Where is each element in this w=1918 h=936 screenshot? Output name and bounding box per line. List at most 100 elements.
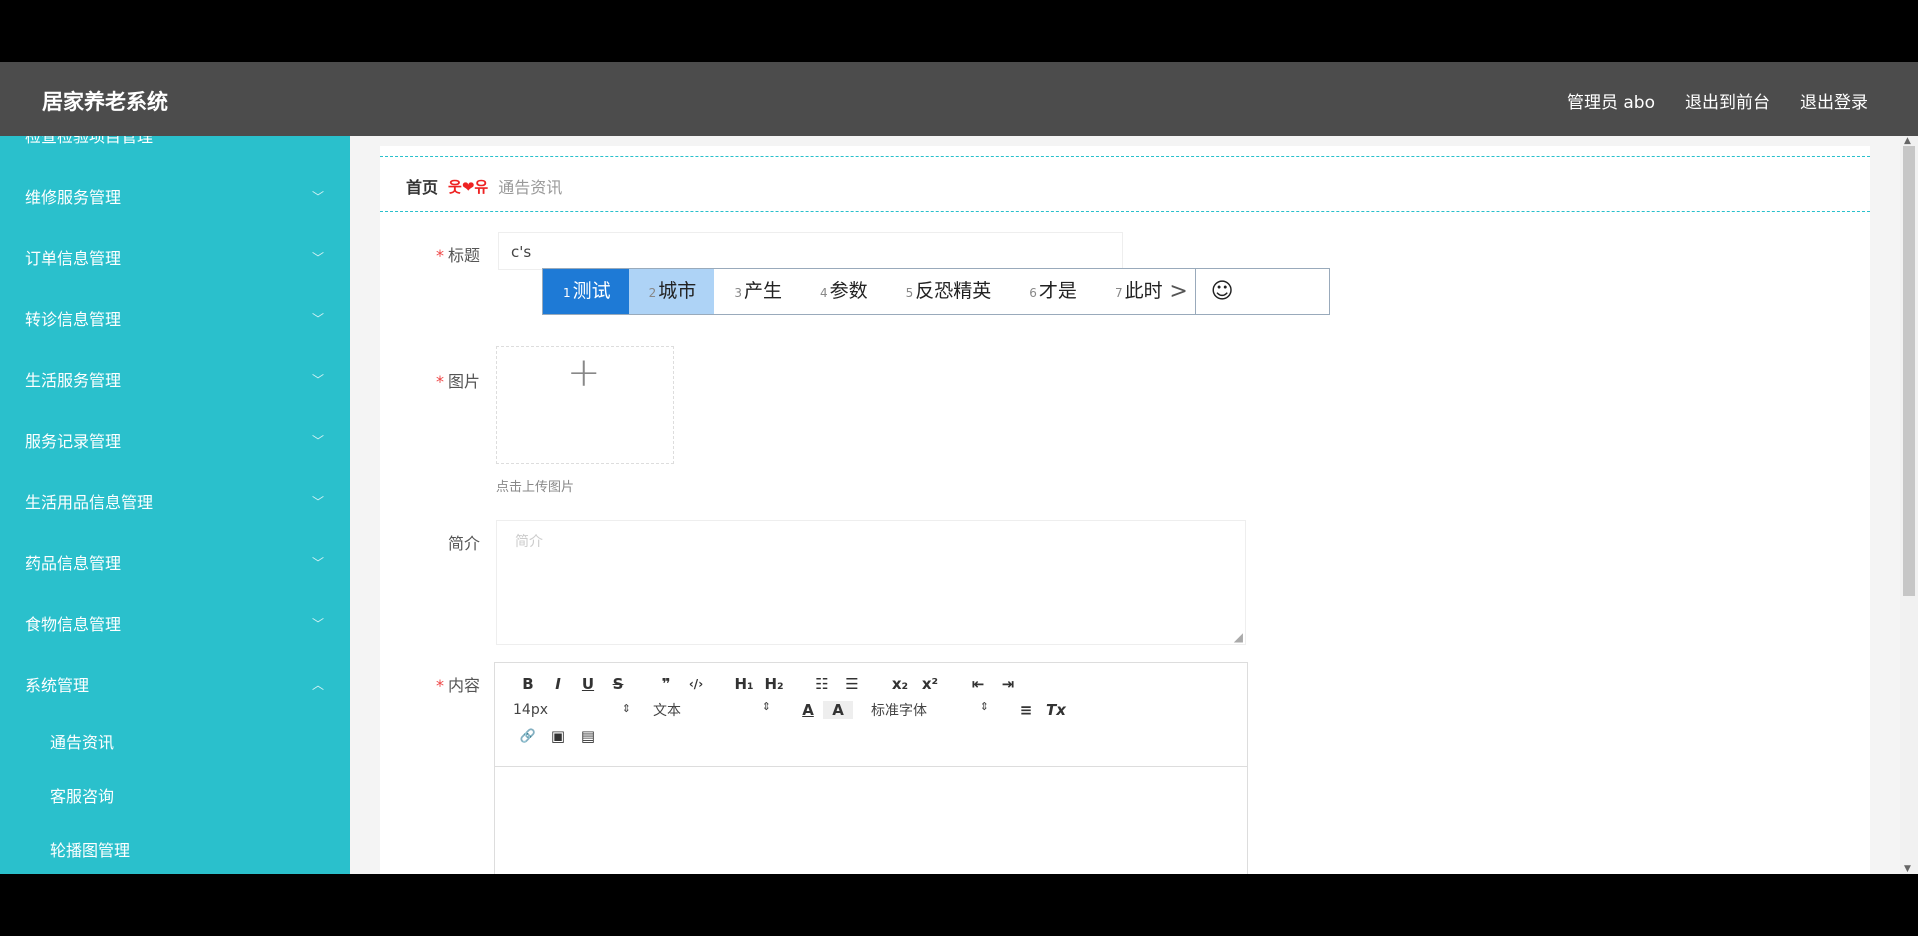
indent-icon[interactable]: ⇥ [993, 675, 1023, 693]
ime-candidate-7[interactable]: 7 此时 [1095, 269, 1163, 314]
align-icon[interactable]: ≡ [1011, 701, 1041, 719]
admin-user-label[interactable]: 管理员 abo [1567, 88, 1655, 113]
sidebar-item-life-service[interactable]: 生活服务管理 ﹀ [0, 350, 350, 411]
font-color-icon[interactable]: A [793, 701, 823, 719]
sidebar-item-food[interactable]: 食物信息管理 ﹀ [0, 594, 350, 655]
intro-placeholder: 简介 [515, 534, 543, 550]
blockquote-icon[interactable]: ❞ [651, 675, 681, 693]
chevron-down-icon: ﹀ [311, 312, 324, 326]
bold-icon[interactable]: B [513, 675, 543, 693]
logout-link[interactable]: 退出登录 [1800, 88, 1868, 113]
title-label: * 标题 [380, 242, 480, 266]
chevron-down-icon: ﹀ [311, 434, 324, 448]
candidate-text: 城市 [658, 280, 697, 302]
candidate-number: 2 [648, 286, 657, 300]
ime-candidate-2[interactable]: 2 城市 [628, 269, 715, 314]
upload-hint: 点击上传图片 [496, 480, 575, 495]
clear-format-icon[interactable]: Tx [1041, 701, 1071, 719]
chevron-down-icon: ﹀ [311, 495, 324, 509]
candidate-text: 才是 [1038, 280, 1077, 302]
ime-candidate-1[interactable]: 1 测试 [543, 269, 629, 314]
chevron-down-icon: ﹀ [311, 373, 324, 387]
title-label-text: 标题 [447, 246, 480, 265]
sidebar-item-repair-service[interactable]: 维修服务管理 ﹀ [0, 167, 350, 228]
intro-label: 简介 [447, 534, 480, 553]
editor-toolbar: B I U S ❞ ‹/› H₁ H₂ ☷ ☰ x₂ x² ⇤ ⇥ 14px ⇕… [495, 663, 1247, 767]
code-icon[interactable]: ‹/› [681, 677, 711, 691]
app-screen: 居家养老系统 管理员 abo 退出到前台 退出登录 检查检验项目管理 ﹀ 维修服务… [0, 62, 1918, 874]
candidate-number: 6 [1029, 286, 1037, 300]
ordered-list-icon[interactable]: ☷ [807, 675, 837, 693]
top-links: 管理员 abo 退出到前台 退出登录 [1567, 88, 1868, 113]
breadcrumb-current: 通告资讯 [498, 178, 563, 197]
select-arrow-icon: ⇕ [621, 702, 631, 715]
candidate-number: 1 [563, 286, 571, 300]
toolbar-row-1: B I U S ❞ ‹/› H₁ H₂ ☷ ☰ x₂ x² ⇤ ⇥ [513, 671, 1247, 697]
sidebar-item-label: 药品信息管理 [25, 554, 122, 573]
scrollbar-thumb[interactable] [1903, 146, 1915, 596]
required-mark: * [435, 676, 444, 695]
required-mark: * [435, 246, 444, 265]
intro-textarea[interactable]: 简介 ◢ [496, 520, 1246, 645]
content-label-text: 内容 [447, 676, 480, 695]
sidebar: 检查检验项目管理 ﹀ 维修服务管理 ﹀ 订单信息管理 ﹀ 转诊信息管理 ﹀ 生活服务管理… [0, 136, 350, 874]
font-family-select[interactable]: 标准字体 ⇕ [871, 700, 1011, 720]
scroll-down-icon[interactable]: ▼ [1904, 864, 1911, 874]
sidebar-subitem-carousel[interactable]: 轮播图管理 [0, 824, 350, 874]
ime-candidate-3[interactable]: 3 产生 [714, 269, 800, 314]
candidate-text: 此时 [1124, 280, 1163, 302]
underline-icon[interactable]: U [573, 675, 603, 693]
italic-icon[interactable]: I [543, 675, 573, 693]
outdent-icon[interactable]: ⇤ [963, 675, 993, 693]
sidebar-item-daily-goods[interactable]: 生活用品信息管理 ﹀ [0, 472, 350, 533]
video-icon[interactable]: ▤ [573, 727, 603, 745]
ime-candidate-6[interactable]: 6 才是 [1009, 269, 1095, 314]
strike-icon[interactable]: S [603, 675, 633, 693]
scroll-up-icon[interactable]: ▲ [1904, 136, 1911, 146]
font-size-select[interactable]: 14px ⇕ [513, 702, 653, 718]
bullet-list-icon[interactable]: ☰ [837, 675, 867, 693]
sidebar-item-system[interactable]: 系统管理 ︿ [0, 655, 350, 716]
heading2-icon[interactable]: H₂ [759, 675, 789, 693]
back-to-front-link[interactable]: 退出到前台 [1685, 88, 1770, 113]
sidebar-item-referral[interactable]: 转诊信息管理 ﹀ [0, 289, 350, 350]
image-upload-box[interactable]: + [496, 346, 674, 464]
heading1-icon[interactable]: H₁ [729, 675, 759, 693]
sidebar-subitem-notices[interactable]: 通告资讯 [0, 716, 350, 770]
chevron-right-icon[interactable]: > [1163, 279, 1195, 304]
sidebar-item-service-records[interactable]: 服务记录管理 ﹀ [0, 411, 350, 472]
breadcrumb-home[interactable]: 首页 [406, 174, 438, 198]
title-input[interactable]: c's [498, 232, 1123, 270]
chevron-up-icon: ︿ [311, 678, 324, 692]
toolbar-row-2: 14px ⇕ 文本 ⇕ A A 标准字体 ⇕ ≡ Tx [513, 697, 1247, 723]
sidebar-item-exam-project[interactable]: 检查检验项目管理 ﹀ [0, 136, 350, 167]
image-label: * 图片 [380, 368, 480, 392]
plus-icon: + [567, 350, 601, 396]
text-style-select[interactable]: 文本 ⇕ [653, 700, 793, 720]
superscript-icon[interactable]: x² [915, 675, 945, 693]
top-bar: 居家养老系统 管理员 abo 退出到前台 退出登录 [0, 62, 1918, 136]
image-icon[interactable]: ▣ [543, 727, 573, 745]
chevron-down-icon: ﹀ [311, 556, 324, 570]
chevron-down-icon: ﹀ [311, 251, 324, 265]
rich-text-editor[interactable]: B I U S ❞ ‹/› H₁ H₂ ☷ ☰ x₂ x² ⇤ ⇥ 14px ⇕… [494, 662, 1248, 874]
toolbar-row-3: 🔗 ▣ ▤ [513, 723, 1247, 749]
ime-candidate-bar: 1 测试 2 城市 3 产生 4 参数 5 反恐精英 6 才是 7 此时 > ☺ [542, 268, 1330, 315]
sidebar-item-label: 系统管理 [25, 676, 90, 695]
sidebar-subitem-customer-service[interactable]: 客服咨询 [0, 770, 350, 824]
emoji-icon[interactable]: ☺ [1194, 269, 1249, 314]
sidebar-item-label: 生活服务管理 [25, 371, 122, 390]
form-panel: 首页 웃❤유 通告资讯 * 标题 c's * 图片 + 点击上传图片 简介 简介 ◢… [380, 146, 1870, 874]
text-style-value: 文本 [653, 703, 681, 719]
subscript-icon[interactable]: x₂ [885, 675, 915, 693]
sidebar-item-orders[interactable]: 订单信息管理 ﹀ [0, 228, 350, 289]
chevron-down-icon: ﹀ [311, 136, 324, 143]
background-color-icon[interactable]: A [823, 701, 853, 719]
page-scrollbar[interactable]: ▲ ▼ [1900, 136, 1918, 874]
link-icon[interactable]: 🔗 [513, 729, 543, 744]
app-title: 居家养老系统 [42, 90, 168, 114]
ime-candidate-5[interactable]: 5 反恐精英 [886, 269, 1010, 314]
candidate-number: 3 [734, 286, 742, 300]
ime-candidate-4[interactable]: 4 参数 [800, 269, 886, 314]
sidebar-item-medicine[interactable]: 药品信息管理 ﹀ [0, 533, 350, 594]
